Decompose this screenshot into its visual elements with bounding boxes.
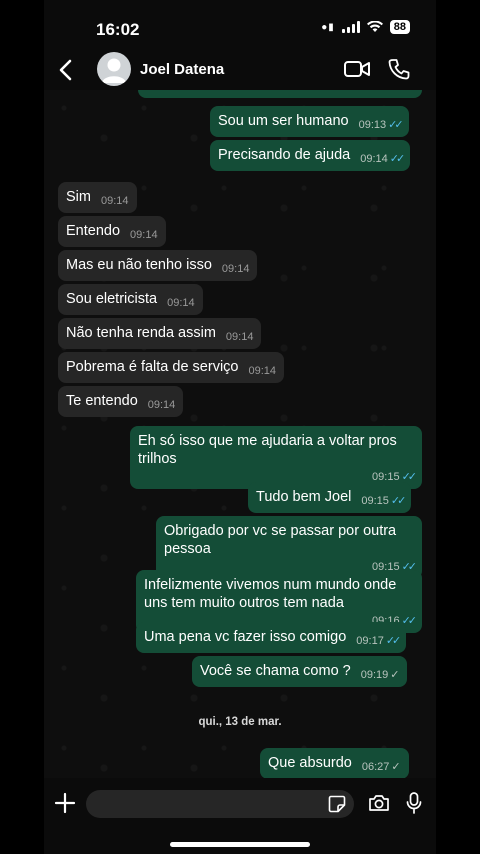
message-text: Entendo [66,223,121,239]
message-bubble[interactable]: Sim 09:14 [58,182,137,213]
message-text: Te entendo [66,393,138,409]
signal-icon [341,21,360,33]
message-bubble[interactable]: Te entendo 09:14 [58,386,184,417]
message-text: Eh só isso que me ajudaria a voltar pros… [138,433,397,467]
back-icon[interactable] [54,56,78,84]
message-bubble[interactable]: Tudo bem Joel 09:15 ✓✓ [248,482,412,513]
message-time: 09:14 [360,153,388,165]
message-bubble[interactable]: Você se chama como ? 09:19 ✓ [192,656,408,687]
message-bubble[interactable]: Uma pena vc fazer isso comigo 09:17 ✓✓ [136,622,407,653]
message-bubble[interactable]: Sou um ser humano 09:13 ✓✓ [210,106,409,137]
message-time: 09:14 [100,195,129,207]
status-time: 16:02 [96,20,140,39]
message-text: Infelizmente vivemos num mundo onde uns … [144,577,397,611]
message-bubble[interactable]: Sou eletricista 09:14 [58,284,203,315]
delivered-tick-icon: ✓ [390,669,400,681]
message-bubble[interactable]: Precisando de ajuda 09:14 ✓✓ [210,140,411,171]
message-text: Você se chama como ? [200,663,351,679]
message-time: 06:27 [361,761,390,773]
message-text: Sim [66,189,91,205]
message-time: 09:14 [248,365,277,377]
message-text: Uma pena vc fazer isso comigo [144,629,347,645]
camera-icon[interactable] [368,794,390,812]
mic-icon[interactable] [406,792,422,814]
status-icons: ●▮ 88 [321,20,410,34]
delivered-tick-icon: ✓ [391,761,401,773]
message-text: Sou eletricista [66,291,158,307]
message-text: Obrigado por vc se passar por outra pess… [164,523,397,557]
message-bubble[interactable]: Eh só isso que me ajudaria a voltar pros… [130,426,422,489]
chat-header: Joel Datena [44,52,436,90]
wifi-icon [366,21,383,32]
message-text: Sou um ser humano [218,113,349,129]
message-time: 09:14 [167,297,195,309]
video-call-icon[interactable] [344,60,370,78]
message-text: Precisando de ajuda [218,147,351,163]
sticker-icon[interactable] [328,795,346,813]
message-bubble[interactable]: Pobrema é falta de serviço 09:14 [58,352,285,383]
read-tick-icon: ✓✓ [385,635,402,647]
home-indicator[interactable] [170,842,310,847]
message-time: 09:14 [130,229,158,241]
focus-icon: ●▮ [321,21,335,33]
message-bubble[interactable]: Entendo 09:14 [58,216,166,247]
message-text: Que absurdo [268,755,352,771]
message-time: 09:15 [361,495,389,507]
message-text: Não tenha renda assim [66,325,216,341]
contact-name[interactable]: Joel Datena [140,61,224,78]
battery-indicator: 88 [389,20,410,34]
message-input[interactable] [86,790,354,818]
phone-call-icon[interactable] [388,58,410,80]
read-tick-icon: ✓✓ [388,119,404,131]
read-tick-icon: ✓✓ [389,153,406,165]
read-tick-icon: ✓✓ [390,495,407,507]
message-bubble[interactable]: Não tenha renda assim 09:14 [58,318,262,349]
message-time: 09:17 [356,635,384,647]
message-bubble[interactable]: Mas eu não tenho isso 09:14 [58,250,258,281]
message-time: 09:13 [358,119,387,131]
message-time: 09:14 [221,263,250,275]
phone-screen: 16:02 ●▮ 88 Joel Datena Sou um ser human… [44,0,436,854]
date-separator: qui., 13 de mar. [198,716,282,728]
message-text: Mas eu não tenho isso [66,257,212,273]
plus-icon[interactable] [54,792,76,814]
message-text: Pobrema é falta de serviço [66,359,239,375]
message-time: 09:14 [147,399,176,411]
message-bubble[interactable]: Que absurdo 06:27 ✓ [260,748,409,779]
avatar[interactable] [97,52,131,86]
message-time: 09:19 [360,669,389,681]
message-time: 09:14 [225,331,254,343]
message-text: Tudo bem Joel [256,489,352,505]
status-bar: 16:02 ●▮ 88 [44,0,436,52]
